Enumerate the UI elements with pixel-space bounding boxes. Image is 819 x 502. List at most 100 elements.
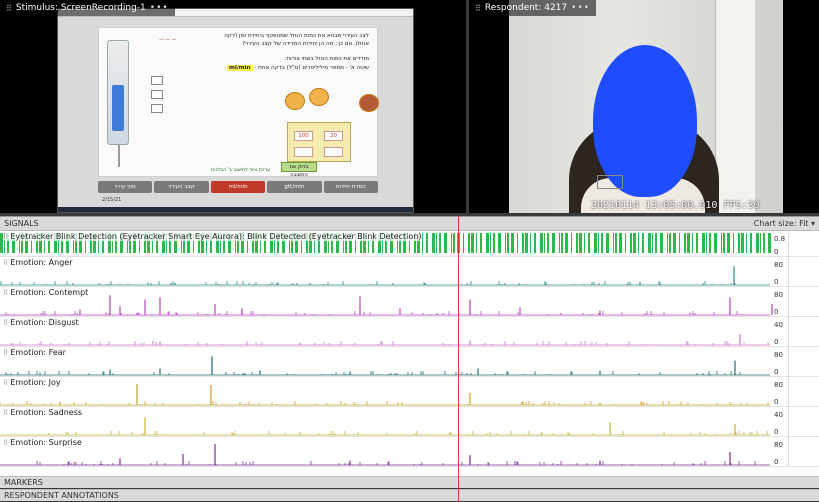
stimulus-pane[interactable]: ⠿ Stimulus: ScreenRecording-1 ••• לצב הע… [0, 0, 466, 213]
blink-bar [486, 233, 489, 253]
blink-bar [471, 233, 474, 253]
blink-bar [756, 233, 759, 253]
track-overview [788, 317, 819, 346]
respondent-pane-header[interactable]: ⠿ Respondent: 4217 ••• [469, 0, 597, 16]
lesson-nav: סוף עירוי קצב העירוי ml/min gtt/min המרת יחי… [98, 181, 379, 193]
grid-value[interactable]: 100 [294, 131, 313, 141]
blink-bar [530, 233, 531, 253]
taskbar [58, 207, 413, 212]
blink-bar [565, 233, 568, 253]
question-line-2: אחת). אם כך, מה הן יחידות המדידה של קצב … [242, 41, 369, 47]
blink-bar [517, 233, 518, 253]
signal-trace [0, 444, 770, 466]
blink-bar [669, 233, 671, 253]
axis-max-value: 80 [774, 381, 783, 389]
option-button[interactable] [285, 92, 305, 110]
blink-bar [696, 233, 698, 253]
blink-bar [706, 233, 707, 253]
respondent-pane[interactable]: ⠿ Respondent: 4217 ••• 20210114 13:05:00… [469, 0, 819, 213]
signal-track[interactable]: ⠿ Eyetracker Blink Detection (Eyetracker… [0, 231, 819, 257]
signals-header: SIGNALS Chart size: Fit ▾ [0, 217, 819, 231]
signal-track[interactable]: ⠿ Emotion: Anger 80 0 [0, 257, 819, 287]
annotations-header[interactable]: RESPONDENT ANNOTATIONS [0, 489, 819, 501]
blink-bar [468, 233, 470, 253]
drip-box-icon [151, 76, 163, 85]
blink-bar [547, 233, 549, 253]
stimulus-menu-button[interactable]: ••• [150, 3, 169, 13]
signal-track-label: ⠿ Eyetracker Blink Detection (Eyetracker… [3, 232, 422, 241]
blink-bar [522, 233, 524, 253]
track-overview [788, 437, 819, 466]
blink-bar [480, 233, 482, 253]
option-button[interactable] [359, 94, 379, 112]
blink-bar [709, 233, 711, 253]
axis-max-value: 40 [774, 411, 783, 419]
drag-handle-icon[interactable]: ⠿ [6, 4, 12, 13]
signal-name: Emotion: Surprise [10, 438, 82, 447]
axis-min-value: 0 [774, 338, 779, 346]
signal-track[interactable]: ⠿ Emotion: Disgust 40 0 [0, 317, 819, 347]
signal-track[interactable]: ⠿ Emotion: Joy 80 0 [0, 377, 819, 407]
blink-bar [638, 233, 639, 253]
blink-bar [702, 233, 705, 253]
blink-bar [692, 233, 693, 253]
signal-trace [0, 417, 770, 436]
respondent-menu-button[interactable]: ••• [571, 3, 590, 13]
nav-tab[interactable]: ml/min [210, 181, 266, 193]
nav-tab[interactable]: המרת יחידות [323, 181, 379, 193]
check-answer-button[interactable]: בדוק את התשובה [281, 162, 317, 178]
drip-box-icon [151, 104, 163, 113]
signal-track[interactable]: ⠿ Emotion: Sadness 40 0 [0, 407, 819, 437]
chart-size-dropdown[interactable]: Fit ▾ [799, 219, 815, 228]
iv-bag-icon [107, 40, 129, 145]
signal-name: Emotion: Joy [10, 378, 61, 387]
blink-bar [493, 233, 495, 253]
grid-value-empty[interactable] [294, 147, 313, 157]
grid-value[interactable]: 20 [324, 131, 343, 141]
blink-bar [721, 233, 722, 253]
signal-track[interactable]: ⠿ Emotion: Contempt 80 0 [0, 287, 819, 317]
blink-bar [439, 233, 441, 253]
blink-bar [444, 233, 447, 253]
blink-bar [727, 233, 730, 253]
signal-name: Emotion: Sadness [10, 408, 83, 417]
nav-tab[interactable]: gtt/min [267, 181, 322, 193]
playhead-cursor[interactable] [458, 216, 459, 502]
blink-bar [652, 233, 653, 253]
blink-bar [422, 233, 423, 253]
blink-bar [507, 233, 509, 253]
nav-tab[interactable]: קצב העירוי [154, 181, 209, 193]
signal-name: Eyetracker Blink Detection (Eyetracker S… [10, 232, 422, 241]
blink-bar [544, 233, 545, 253]
signal-track-label: ⠿ Emotion: Joy [3, 378, 61, 387]
signal-track[interactable]: ⠿ Emotion: Fear 80 0 [0, 347, 819, 377]
blink-bar [432, 233, 435, 253]
formula-label: — — — [159, 38, 177, 43]
markers-header[interactable]: MARKERS [0, 476, 819, 488]
app-window: ⠿ Stimulus: ScreenRecording-1 ••• לצב הע… [0, 0, 819, 502]
blink-bar [552, 233, 555, 253]
axis-min-value: 0 [774, 458, 779, 466]
iv-tube-icon [118, 145, 120, 167]
grid-value-empty[interactable] [324, 147, 343, 157]
blink-bar [451, 233, 452, 253]
option-button[interactable] [309, 88, 329, 106]
blink-bar [463, 233, 464, 253]
chart-size-control[interactable]: Chart size: Fit ▾ [754, 219, 815, 228]
track-overview [788, 407, 819, 436]
nav-tab[interactable]: סוף עירוי [98, 181, 153, 193]
signal-track-label: ⠿ Emotion: Surprise [3, 438, 82, 447]
signal-name: Emotion: Fear [10, 348, 66, 357]
drag-handle-icon[interactable]: ⠿ [475, 4, 481, 13]
stimulus-pane-header[interactable]: ⠿ Stimulus: ScreenRecording-1 ••• [0, 0, 175, 16]
blink-bar [561, 233, 563, 253]
axis-max-value: 80 [774, 261, 783, 269]
question-line-1: לצב העירוי מבטא את כמות הנוזל שמטפטף ביח… [224, 33, 369, 39]
page-footer-text: 2/15/21 [102, 197, 122, 203]
blink-bar [684, 233, 686, 253]
lesson-page: לצב העירוי מבטא את כמות הנוזל שמטפטף ביח… [98, 27, 379, 178]
blink-bar [679, 233, 680, 253]
stimulus-title: Stimulus: ScreenRecording-1 [15, 3, 146, 13]
signals-panel: SIGNALS Chart size: Fit ▾ ⠿ Eyetracker B… [0, 216, 819, 476]
signal-track[interactable]: ⠿ Emotion: Surprise 80 0 [0, 437, 819, 467]
